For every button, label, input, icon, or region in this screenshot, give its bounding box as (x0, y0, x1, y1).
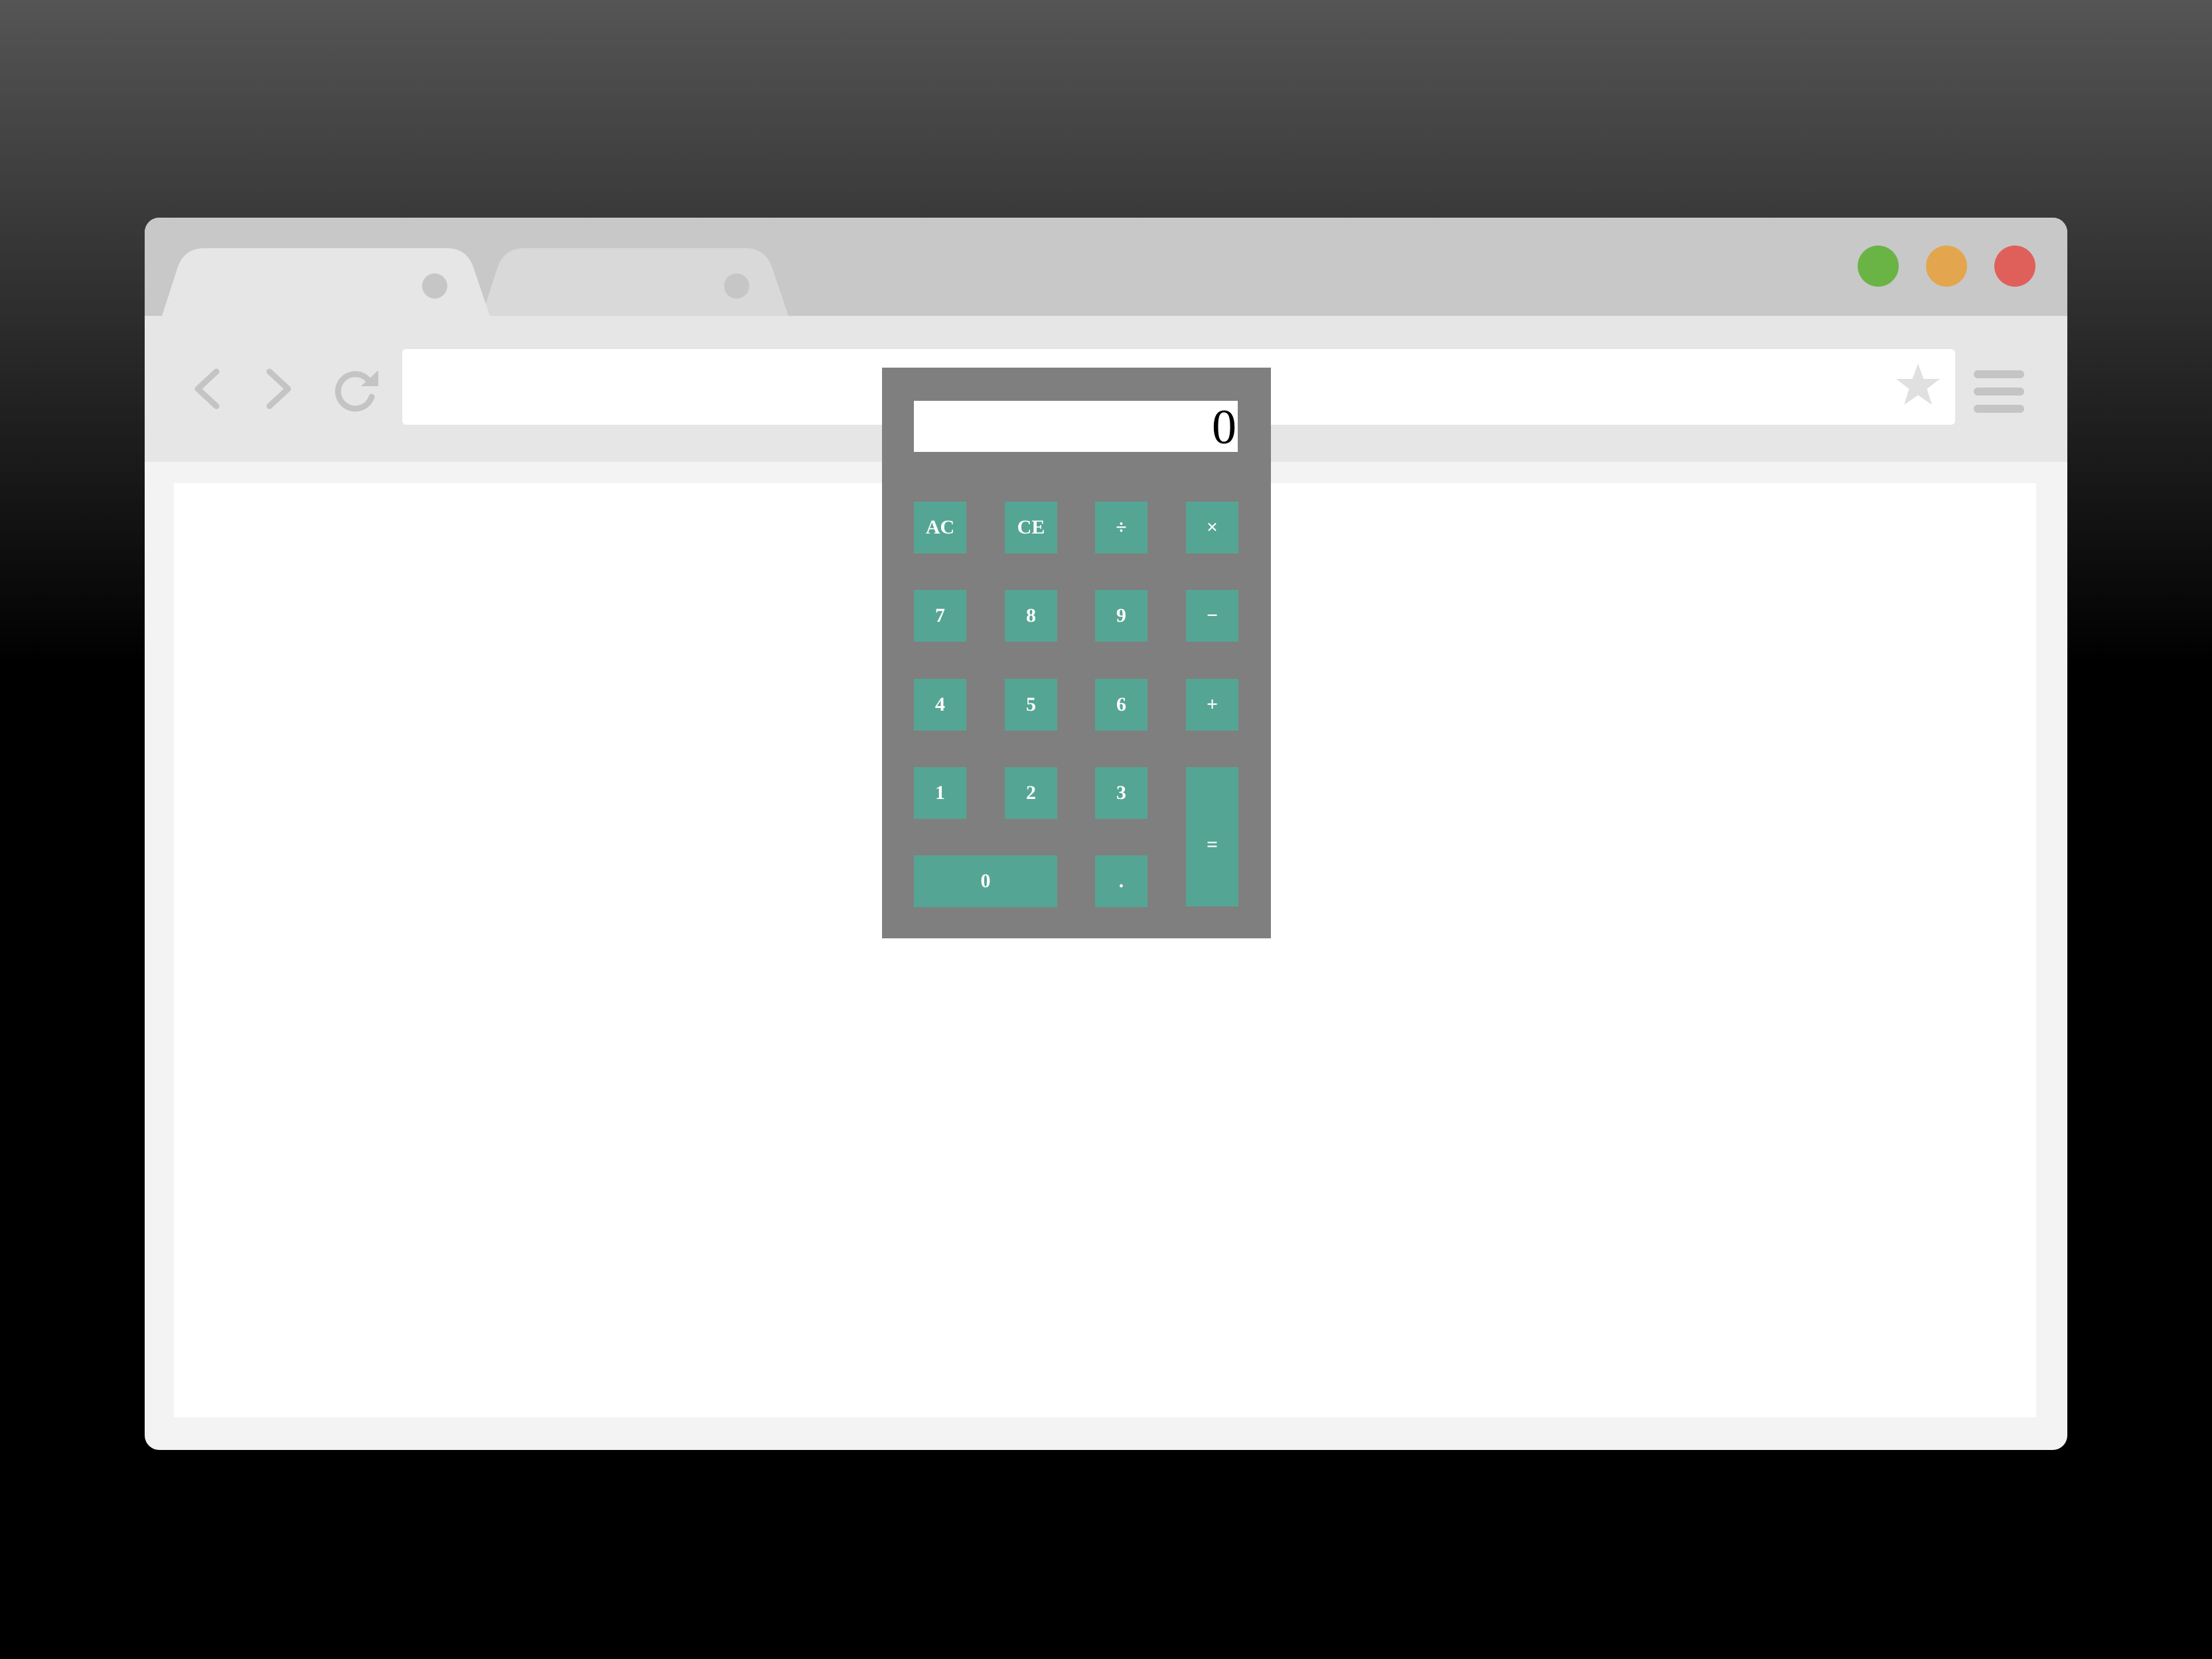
bookmark-star-icon[interactable] (1894, 362, 1942, 410)
key-multiply[interactable]: × (1186, 502, 1238, 553)
window-close-button[interactable] (1994, 246, 2035, 287)
key-7[interactable]: 7 (914, 590, 966, 642)
tab-inactive-close-icon[interactable] (724, 273, 749, 299)
key-0[interactable]: 0 (914, 855, 1057, 907)
window-minimize-button[interactable] (1926, 246, 1967, 287)
key-5[interactable]: 5 (1005, 679, 1057, 731)
tab-active-close-icon[interactable] (422, 273, 447, 299)
key-8[interactable]: 8 (1005, 590, 1057, 642)
key-clear-entry[interactable]: CE (1005, 502, 1057, 553)
key-1[interactable]: 1 (914, 767, 966, 819)
key-9[interactable]: 9 (1095, 590, 1147, 642)
key-4[interactable]: 4 (914, 679, 966, 731)
key-subtract[interactable]: − (1186, 590, 1238, 642)
hamburger-menu-icon[interactable] (1974, 370, 2024, 413)
reload-button[interactable] (332, 368, 381, 413)
reload-icon (334, 371, 375, 412)
calculator-display: 0 (914, 401, 1238, 452)
back-button[interactable] (192, 368, 222, 410)
forward-button[interactable] (264, 368, 293, 410)
window-maximize-button[interactable] (1858, 246, 1899, 287)
key-add[interactable]: + (1186, 679, 1238, 731)
tab-bar (145, 218, 2067, 316)
tab-shapes (145, 248, 788, 316)
chevron-left-icon (194, 368, 220, 409)
key-2[interactable]: 2 (1005, 767, 1057, 819)
key-3[interactable]: 3 (1095, 767, 1147, 819)
key-equals[interactable]: = (1186, 767, 1238, 906)
key-decimal[interactable]: . (1095, 855, 1147, 907)
key-divide[interactable]: ÷ (1095, 502, 1147, 553)
chevron-right-icon (266, 368, 291, 409)
calculator: 0 AC CE ÷ × 7 8 9 − 4 5 6 + 1 2 3 = 0 . (882, 368, 1271, 938)
key-all-clear[interactable]: AC (914, 502, 966, 553)
key-6[interactable]: 6 (1095, 679, 1147, 731)
